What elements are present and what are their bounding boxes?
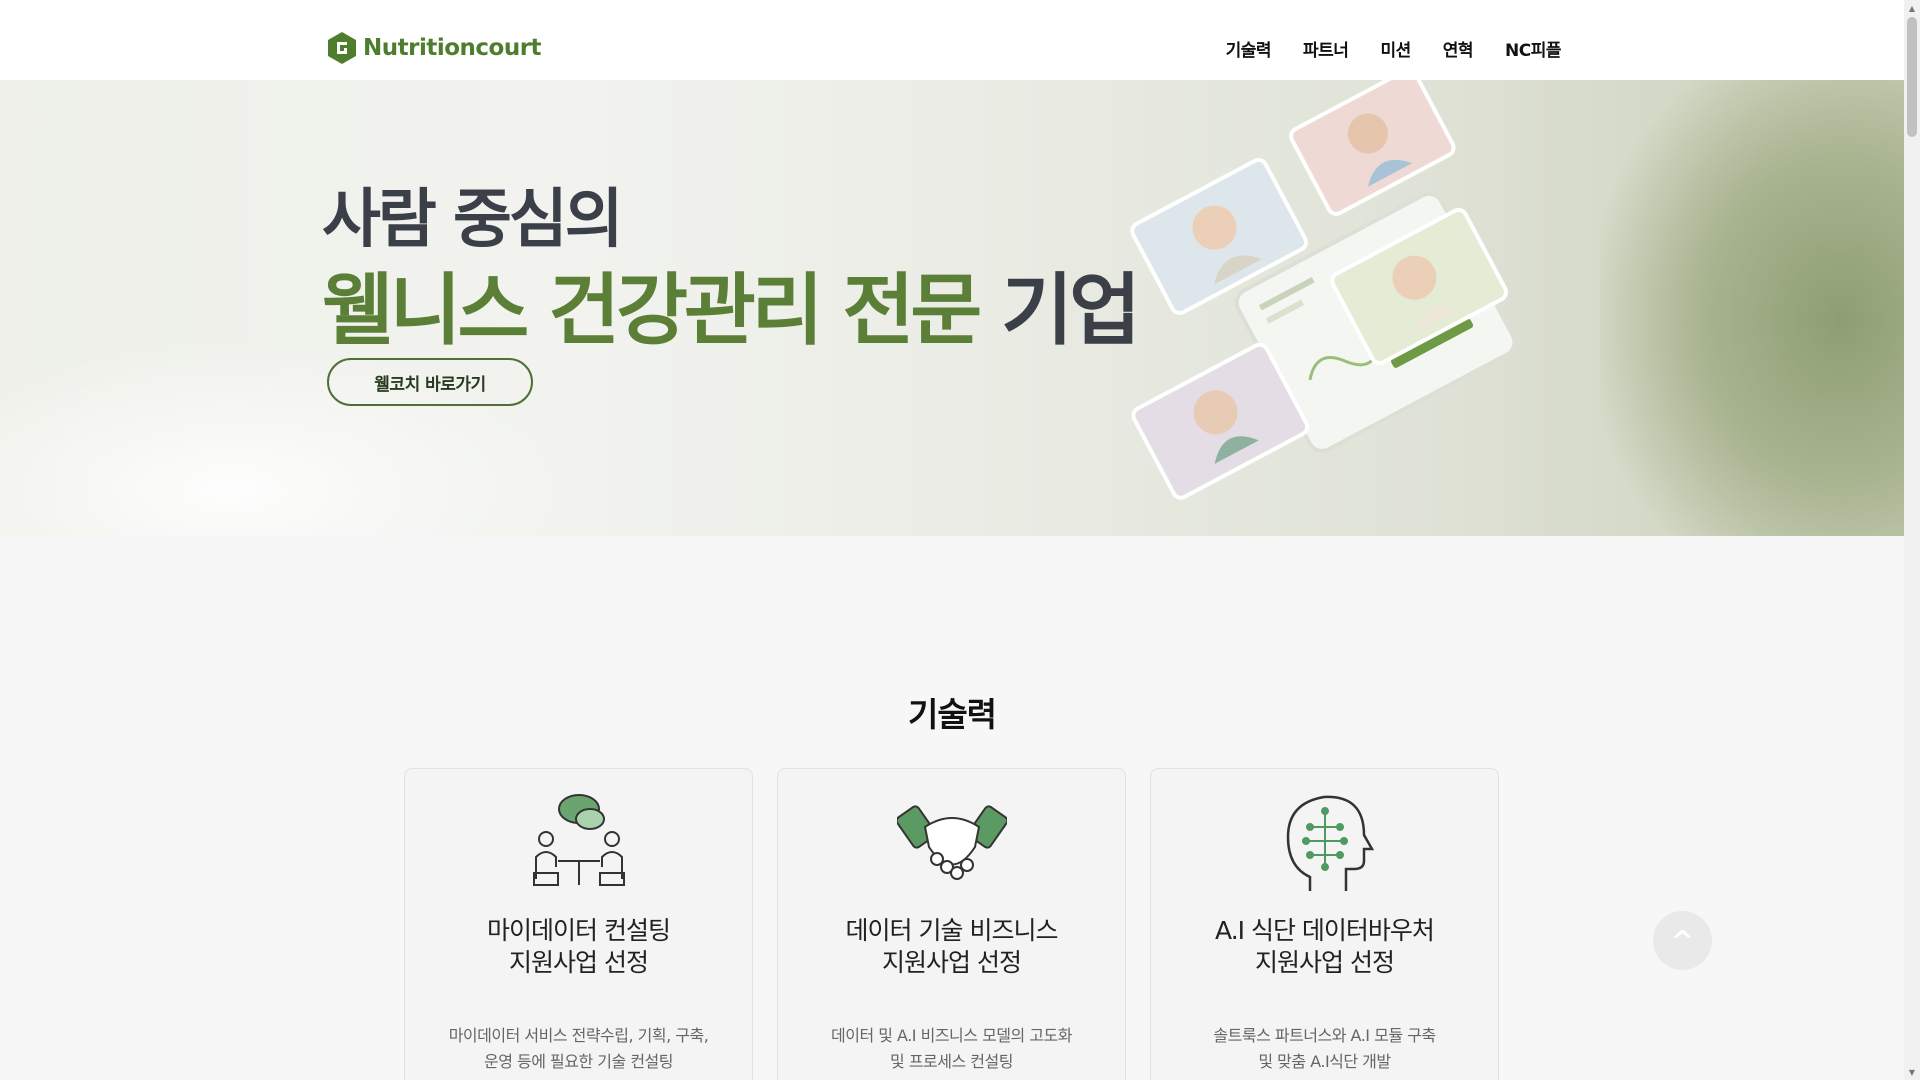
hero-headline-line1: 사람 중심의 xyxy=(322,183,624,257)
nav-item-nc-people[interactable]: NC피플 xyxy=(1505,36,1561,61)
card-desc-line2: 운영 등에 필요한 기술 컨설팅 xyxy=(484,1052,673,1071)
ai-head-icon xyxy=(1286,795,1374,891)
scroll-to-top-button[interactable]: ^ xyxy=(1653,911,1712,970)
card-title-line1: 마이데이터 컨설팅 xyxy=(487,916,671,945)
tech-card-data-business: 데이터 기술 비즈니스 지원사업 선정 데이터 및 A.I 비즈니스 모델의 고… xyxy=(777,768,1126,1080)
hero-banner: 사람 중심의 웰니스 건강관리 전문 기업 웰코치 바로가기 xyxy=(0,80,1904,536)
hero-illustration xyxy=(1130,80,1517,500)
hero-headline-suffix: 기업 xyxy=(978,266,1141,356)
tech-card-ai-diet: A.I 식단 데이터바우처 지원사업 선정 솔트룩스 파트너스와 A.I 모듈 … xyxy=(1150,768,1499,1080)
section-title: 기술력 xyxy=(907,695,997,734)
card-title-line2: 지원사업 선정 xyxy=(882,948,1022,977)
logo[interactable]: Nutritioncourt xyxy=(327,30,542,66)
card-desc-line2: 및 맞춤 A.I식단 개발 xyxy=(1258,1052,1391,1071)
site-header: Nutritioncourt 기술력 파트너 미션 연혁 NC피플 xyxy=(0,0,1904,80)
logo-hexagon-icon xyxy=(328,32,356,64)
card-desc-line1: 데이터 및 A.I 비즈니스 모델의 고도화 xyxy=(831,1026,1072,1045)
nav-item-mission[interactable]: 미션 xyxy=(1380,36,1411,61)
consulting-people-icon xyxy=(532,794,625,886)
card-desc-line1: 마이데이터 서비스 전략수립, 기획, 구축, xyxy=(448,1026,709,1045)
scroll-up-arrow-icon[interactable]: ▲ xyxy=(1904,0,1920,16)
main-nav: 기술력 파트너 미션 연혁 NC피플 xyxy=(1226,36,1562,61)
hero-headline-line2: 웰니스 건강관리 전문 기업 xyxy=(322,248,1141,360)
card-title-line1: 데이터 기술 비즈니스 xyxy=(845,916,1059,945)
wellcoach-link-button[interactable]: 웰코치 바로가기 xyxy=(327,358,533,406)
scrollbar-thumb[interactable] xyxy=(1907,17,1917,137)
card-title-line2: 지원사업 선정 xyxy=(509,948,649,977)
card-desc-line1: 솔트룩스 파트너스와 A.I 모듈 구축 xyxy=(1213,1026,1436,1045)
tech-card-mydata: 마이데이터 컨설팅 지원사업 선정 마이데이터 서비스 전략수립, 기획, 구축… xyxy=(404,768,753,1080)
card-desc-line2: 및 프로세스 컨설팅 xyxy=(890,1052,1013,1071)
scroll-down-arrow-icon[interactable]: ▼ xyxy=(1904,1064,1920,1080)
nav-item-history[interactable]: 연혁 xyxy=(1443,36,1474,61)
card-title-line2: 지원사업 선정 xyxy=(1255,948,1395,977)
handshake-icon xyxy=(896,805,1007,880)
vertical-scrollbar[interactable]: ▲ ▼ xyxy=(1904,0,1920,1080)
logo-text: Nutritioncourt xyxy=(363,35,542,61)
card-title-line1: A.I 식단 데이터바우처 xyxy=(1215,916,1435,945)
nav-item-partner[interactable]: 파트너 xyxy=(1303,36,1349,61)
hero-headline-highlight: 웰니스 건강관리 전문 xyxy=(322,266,982,356)
nav-item-technology[interactable]: 기술력 xyxy=(1226,36,1272,61)
